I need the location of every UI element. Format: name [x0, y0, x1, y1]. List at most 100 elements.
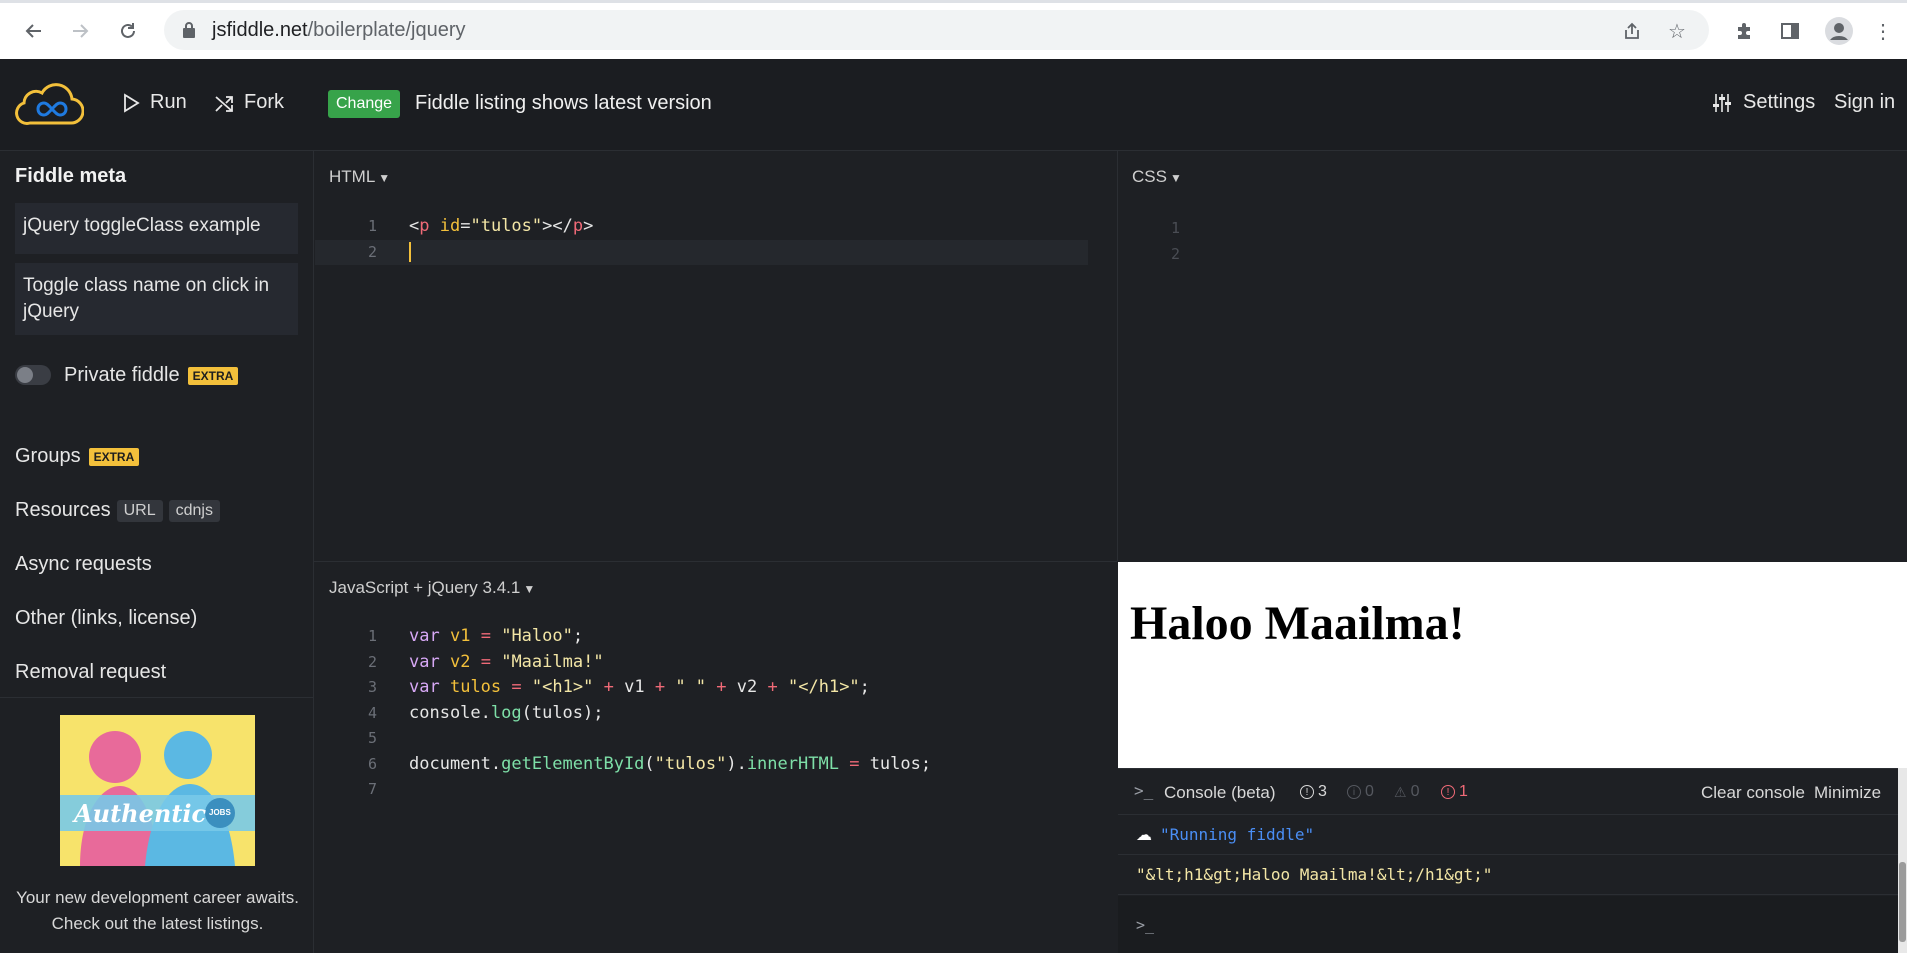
line-number: 6: [367, 754, 377, 773]
console-panel: >_ Console (beta) ! 3 i0 ⚠ 0 ! 1 Clear cons…: [1118, 768, 1907, 953]
code-line: 6 document.getElementById("tulos").inner…: [315, 752, 1088, 778]
code-line: 3 var tulos = "<h1>" + v1 + " " + v2 + "…: [315, 675, 1088, 701]
settings-label: Settings: [1743, 91, 1816, 113]
code-line: 2: [1118, 242, 1878, 268]
version-notice: Fiddle listing shows latest version: [415, 92, 712, 114]
jsfiddle-logo[interactable]: [14, 77, 85, 127]
run-button[interactable]: Run: [122, 91, 187, 114]
address-bar[interactable]: jsfiddle.net/boilerplate/jquery ☆: [164, 10, 1709, 50]
css-editor[interactable]: 1 2: [1118, 216, 1878, 267]
code-text: console.log(tulos);: [409, 702, 604, 723]
ad-description[interactable]: Your new development career awaits. Chec…: [10, 885, 305, 937]
share-icon[interactable]: [1617, 16, 1647, 46]
async-requests-section[interactable]: Async requests: [15, 553, 152, 576]
console-prompt: >_: [1136, 916, 1155, 934]
line-number: 7: [367, 780, 377, 798]
terminal-icon: >_: [1134, 781, 1154, 800]
caret-down-icon: ▼: [523, 582, 536, 596]
browser-menu-icon[interactable]: ⋮: [1866, 14, 1900, 48]
code-text: var v1 = "Haloo";: [409, 626, 584, 646]
fiddle-description-input[interactable]: Toggle class name on click in jQuery: [15, 263, 298, 335]
other-links-section[interactable]: Other (links, license): [15, 607, 197, 630]
app-header: Run Fork Change Fiddle listing shows lat…: [0, 59, 1907, 151]
tab-strip: [0, 0, 1907, 3]
run-label: Run: [150, 91, 187, 113]
code-line-active: 2: [315, 239, 1088, 266]
text-cursor: [409, 240, 411, 266]
line-number: 4: [367, 703, 377, 722]
resource-tag-cdnjs[interactable]: cdnjs: [168, 499, 220, 522]
sign-in-label: Sign in: [1834, 91, 1896, 113]
fork-label: Fork: [244, 91, 284, 113]
javascript-editor[interactable]: 1 var v1 = "Haloo"; 2 var v2 = "Maailma!…: [315, 624, 1088, 803]
sign-in-link[interactable]: Sign in: [1834, 91, 1895, 114]
console-input[interactable]: >_: [1118, 896, 1907, 953]
info-count-filter[interactable]: i0: [1347, 783, 1374, 801]
browser-toolbar: jsfiddle.net/boilerplate/jquery ☆ ⋮: [0, 0, 1907, 59]
groups-section[interactable]: Groups EXTRA: [15, 445, 140, 468]
line-number: 2: [1170, 244, 1180, 263]
line-number: 2: [367, 242, 377, 261]
private-fiddle-toggle[interactable]: [15, 365, 51, 385]
javascript-panel: JavaScript + jQuery 3.4.1 ▼ 1 var v1 = "H…: [315, 562, 1117, 953]
extensions-icon[interactable]: [1727, 14, 1761, 48]
console-scrollbar[interactable]: [1898, 768, 1907, 953]
forward-arrow-icon[interactable]: [63, 14, 97, 48]
error-circle-icon: !: [1441, 785, 1455, 799]
sidebar-divider: [0, 697, 314, 698]
reload-icon[interactable]: [111, 14, 145, 48]
console-title: Console (beta): [1164, 783, 1276, 802]
private-fiddle-row: Private fiddle EXTRA: [64, 364, 239, 387]
code-text: <p id="tulos"></p>: [409, 216, 594, 236]
javascript-panel-label[interactable]: JavaScript + jQuery 3.4.1 ▼: [329, 578, 535, 598]
all-count-filter[interactable]: ! 3: [1300, 783, 1327, 801]
result-heading: Haloo Maailma!: [1130, 597, 1465, 650]
ad-badge: JOBS: [209, 808, 231, 817]
html-panel-label[interactable]: HTML ▼: [329, 167, 390, 187]
resources-label: Resources: [15, 499, 111, 521]
private-fiddle-label: Private fiddle: [64, 364, 180, 386]
html-editor[interactable]: 1 <p id="tulos"></p> 2: [315, 214, 1088, 265]
line-number: 2: [367, 652, 377, 671]
code-line: 4 console.log(tulos);: [315, 701, 1088, 727]
lock-icon: [182, 21, 196, 39]
play-icon: [124, 92, 140, 113]
fiddle-meta-heading: Fiddle meta: [15, 165, 127, 187]
authentic-jobs-ad-image[interactable]: Authentic JOBS: [60, 715, 255, 866]
removal-request-section[interactable]: Removal request: [15, 661, 166, 684]
code-line: 7: [315, 777, 1088, 803]
code-text: var v2 = "Maailma!": [409, 651, 604, 672]
css-panel-label[interactable]: CSS ▼: [1132, 167, 1182, 187]
groups-label: Groups: [15, 445, 81, 467]
warning-count-filter[interactable]: ⚠ 0: [1394, 783, 1419, 801]
console-message-running: ☁ "Running fiddle": [1118, 815, 1907, 855]
info-circle-icon: !: [1300, 785, 1314, 799]
console-message-log: "&lt;h1&gt;Haloo Maailma!&lt;/h1&gt;": [1118, 855, 1907, 895]
url-text: jsfiddle.net/boilerplate/jquery: [212, 19, 466, 41]
settings-button[interactable]: Settings: [1711, 91, 1815, 114]
html-panel: HTML ▼ 1 <p id="tulos"></p> 2: [315, 151, 1117, 561]
clear-console-button[interactable]: Clear console: [1701, 783, 1805, 803]
bookmark-star-icon[interactable]: ☆: [1662, 16, 1692, 46]
css-panel: CSS ▼ 1 2: [1118, 151, 1907, 561]
resource-tag-url[interactable]: URL: [116, 499, 163, 522]
fiddle-title-input[interactable]: jQuery toggleClass example: [15, 203, 298, 254]
code-line: 1 var v1 = "Haloo";: [315, 624, 1088, 650]
side-panel-icon[interactable]: [1773, 14, 1807, 48]
console-scrollbar-thumb[interactable]: [1899, 862, 1906, 942]
change-button[interactable]: Change: [328, 90, 401, 118]
line-number: 5: [367, 729, 377, 747]
minimize-console-button[interactable]: Minimize: [1814, 783, 1881, 803]
result-iframe[interactable]: Haloo Maailma!: [1118, 562, 1907, 768]
error-count-filter[interactable]: ! 1: [1441, 783, 1468, 801]
line-number: 3: [367, 678, 377, 696]
resources-section[interactable]: Resources URL cdnjs: [15, 499, 220, 522]
caret-down-icon: ▼: [378, 171, 391, 185]
fiddle-meta-sidebar: Fiddle meta jQuery toggleClass example T…: [0, 151, 314, 953]
line-number: 1: [1170, 219, 1180, 237]
fork-button[interactable]: Fork: [214, 91, 284, 114]
profile-avatar-icon[interactable]: [1822, 14, 1856, 48]
console-toolbar: >_ Console (beta) ! 3 i0 ⚠ 0 ! 1 Clear cons…: [1118, 768, 1907, 815]
warning-triangle-icon: ⚠: [1394, 783, 1407, 800]
back-arrow-icon[interactable]: [17, 14, 51, 48]
